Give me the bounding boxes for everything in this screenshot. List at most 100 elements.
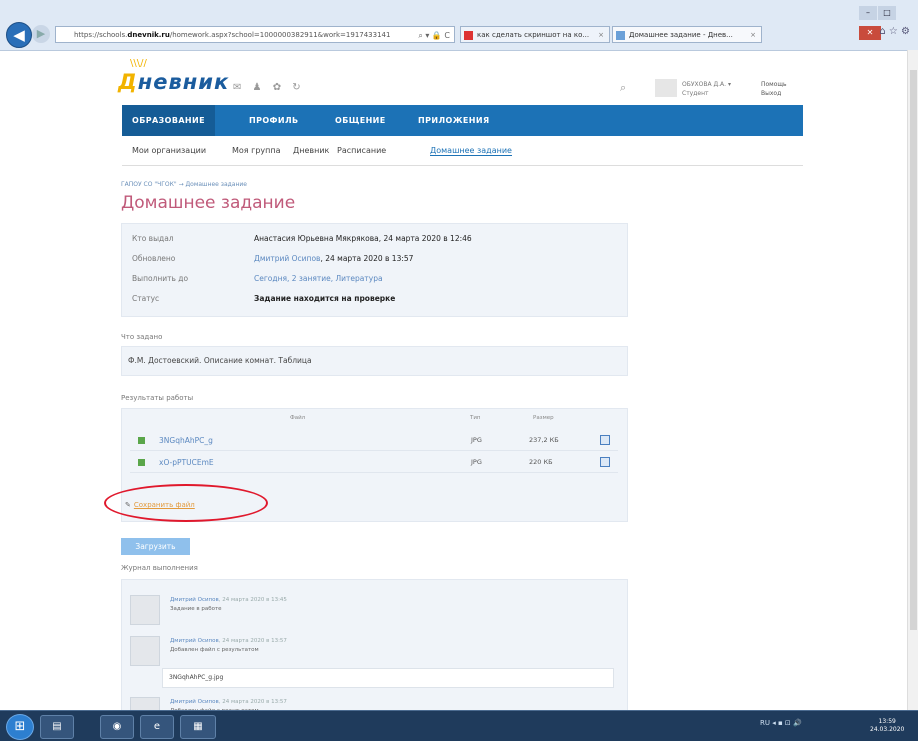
info-label-status: Статус (132, 294, 160, 303)
user-menu[interactable]: ОБУХОВА Д.А. ▾ Студент (682, 80, 731, 98)
help-link[interactable]: Помощь (761, 80, 787, 89)
system-tray[interactable]: RU ◂ ▪ ⊡ 🔊 (760, 719, 802, 727)
avatar (130, 595, 160, 625)
journal-author: Дмитрий Осипов, 24 марта 2020 в 13:45 (170, 597, 287, 603)
main-nav: ОБРАЗОВАНИЕ ПРОФИЛЬ ОБЩЕНИЕ ПРИЛОЖЕНИЯ (122, 105, 803, 136)
avatar (130, 636, 160, 666)
image-file-icon (138, 437, 145, 444)
minimize-button[interactable]: – (859, 6, 877, 20)
image-file-icon (138, 459, 145, 466)
file-checkbox[interactable] (600, 435, 610, 445)
close-tab-icon[interactable]: × (750, 27, 756, 42)
taskbar-chrome-icon[interactable]: ◉ (100, 715, 134, 739)
user-name[interactable]: ОБУХОВА Д.А. ▾ (682, 80, 731, 89)
browser-toolbar-icons[interactable]: ⌂ ☆ ⚙ (879, 26, 910, 37)
browser-chrome: ◀ ▶ https://schools.dnevnik.ru/homework.… (0, 0, 918, 51)
info-value-due[interactable]: Сегодня, 2 занятие, Литература (254, 274, 383, 283)
page-scrollbar[interactable] (907, 50, 918, 710)
task-box: Ф.М. Достоевский. Описание комнат. Табли… (121, 346, 628, 376)
nav-profile[interactable]: ПРОФИЛЬ (249, 105, 299, 136)
dnevnik-icon (616, 31, 625, 40)
upload-button[interactable]: Загрузить (121, 538, 190, 555)
window-controls: – □ ✕ (858, 0, 918, 40)
journal-file-name: 3NGqhAhPC_g.jpg (169, 674, 224, 681)
tab-label: Домашнее задание - Днев... (629, 31, 733, 39)
entry-action: Добавлен файл с результатом (170, 647, 259, 653)
header-links: Помощь Выход (761, 80, 787, 98)
address-bar[interactable]: https://schools.dnevnik.ru/homework.aspx… (55, 26, 455, 43)
start-button[interactable]: ⊞ (6, 714, 34, 740)
col-header-size: Размер (533, 415, 554, 421)
forward-button[interactable]: ▶ (32, 25, 50, 43)
updater-link[interactable]: Дмитрий Осипов (254, 254, 320, 263)
avatar[interactable] (655, 79, 677, 97)
updated-date: , 24 марта 2020 в 13:57 (320, 254, 414, 263)
entry-action: Задание в работе (170, 606, 222, 612)
entry-date: 24 марта 2020 в 13:45 (222, 597, 287, 603)
info-label-due: Выполнить до (132, 274, 189, 283)
author-link[interactable]: Дмитрий Осипов (170, 638, 219, 644)
sub-nav: Мои организации Моя группа Дневник Распи… (122, 136, 803, 166)
info-value-status: Задание находится на проверке (254, 294, 396, 303)
logo-text: Дневник (118, 70, 230, 94)
subnav-schedule[interactable]: Расписание (337, 146, 386, 155)
subnav-diary[interactable]: Дневник (293, 146, 329, 155)
file-type: JPG (471, 458, 482, 466)
info-value-updated: Дмитрий Осипов, 24 марта 2020 в 13:57 (254, 254, 413, 263)
info-label-issuer: Кто выдал (132, 234, 174, 243)
logout-link[interactable]: Выход (761, 89, 787, 98)
yandex-icon (464, 31, 473, 40)
url-text: https://schools.dnevnik.ru/homework.aspx… (74, 31, 391, 39)
user-role: Студент (682, 90, 709, 97)
subnav-my-group[interactable]: Моя группа (232, 146, 281, 155)
journal-author: Дмитрий Осипов, 24 марта 2020 в 13:57 (170, 699, 287, 705)
journal-box: Дмитрий Осипов, 24 марта 2020 в 13:45 За… (121, 579, 628, 716)
logo-sun-icon: \\\// (130, 58, 147, 69)
author-link[interactable]: Дмитрий Осипов (170, 597, 219, 603)
table-row: 3NGqhAhPC_g JPG 237,2 КБ (130, 432, 618, 451)
taskbar-clock[interactable]: 13:59 24.03.2020 (870, 718, 904, 734)
entry-date: 24 марта 2020 в 13:57 (222, 638, 287, 644)
maximize-button[interactable]: □ (878, 6, 896, 20)
info-label-updated: Обновлено (132, 254, 176, 263)
col-header-type: Тип (470, 415, 481, 421)
file-name-link[interactable]: 3NGqhAhPC_g (159, 436, 213, 445)
close-window-button[interactable]: ✕ (859, 26, 881, 40)
taskbar-app-icon[interactable]: ▦ (180, 715, 216, 739)
breadcrumb[interactable]: ГАПОУ СО "ЧГОК" → Домашнее задание (121, 181, 247, 188)
search-icon[interactable]: ⌕ (620, 81, 626, 95)
journal-file-chip[interactable]: 3NGqhAhPC_g.jpg (162, 668, 614, 688)
taskbar-ie-icon[interactable]: e (140, 715, 174, 739)
taskbar-explorer-icon[interactable]: ▤ (40, 715, 74, 739)
col-header-file: Файл (290, 415, 306, 421)
logo-first-letter: Д (118, 70, 138, 94)
nav-apps[interactable]: ПРИЛОЖЕНИЯ (418, 105, 490, 136)
journal-author: Дмитрий Осипов, 24 марта 2020 в 13:57 (170, 638, 287, 644)
back-button[interactable]: ◀ (6, 22, 32, 48)
nav-education[interactable]: ОБРАЗОВАНИЕ (122, 105, 215, 136)
close-tab-icon[interactable]: × (598, 27, 604, 42)
browser-tab-screenshot[interactable]: как сделать скриншот на ко... × (460, 26, 610, 43)
highlight-circle (104, 484, 268, 522)
subnav-organizations[interactable]: Мои организации (132, 146, 206, 155)
address-bar-icons[interactable]: ⌕ ▾ 🔒 C (418, 27, 450, 42)
table-row: xO-pPTUCEmE JPG 220 КБ (130, 454, 618, 473)
journal-label: Журнал выполнения (121, 564, 198, 572)
file-size: 237,2 КБ (529, 436, 559, 444)
windows-taskbar: ⊞ ▤ ◉ e ▦ RU ◂ ▪ ⊡ 🔊 13:59 24.03.2020 (0, 710, 918, 741)
file-name-link[interactable]: xO-pPTUCEmE (159, 458, 214, 467)
scrollbar-thumb[interactable] (910, 70, 917, 630)
info-value-issuer: Анастасия Юрьевна Мякрякова, 24 марта 20… (254, 234, 472, 243)
file-checkbox[interactable] (600, 457, 610, 467)
file-size: 220 КБ (529, 458, 553, 466)
author-link[interactable]: Дмитрий Осипов (170, 699, 219, 705)
header-icons[interactable]: ✉ ♟ ✿ ↻ (233, 82, 305, 93)
clock-date: 24.03.2020 (870, 726, 905, 733)
task-label: Что задано (121, 333, 163, 341)
task-text: Ф.М. Достоевский. Описание комнат. Табли… (128, 356, 312, 365)
nav-communication[interactable]: ОБЩЕНИЕ (335, 105, 386, 136)
file-type: JPG (471, 436, 482, 444)
subnav-homework[interactable]: Домашнее задание (430, 146, 512, 156)
clock-time: 13:59 (878, 718, 896, 725)
browser-tab-homework[interactable]: Домашнее задание - Днев... × (612, 26, 762, 43)
